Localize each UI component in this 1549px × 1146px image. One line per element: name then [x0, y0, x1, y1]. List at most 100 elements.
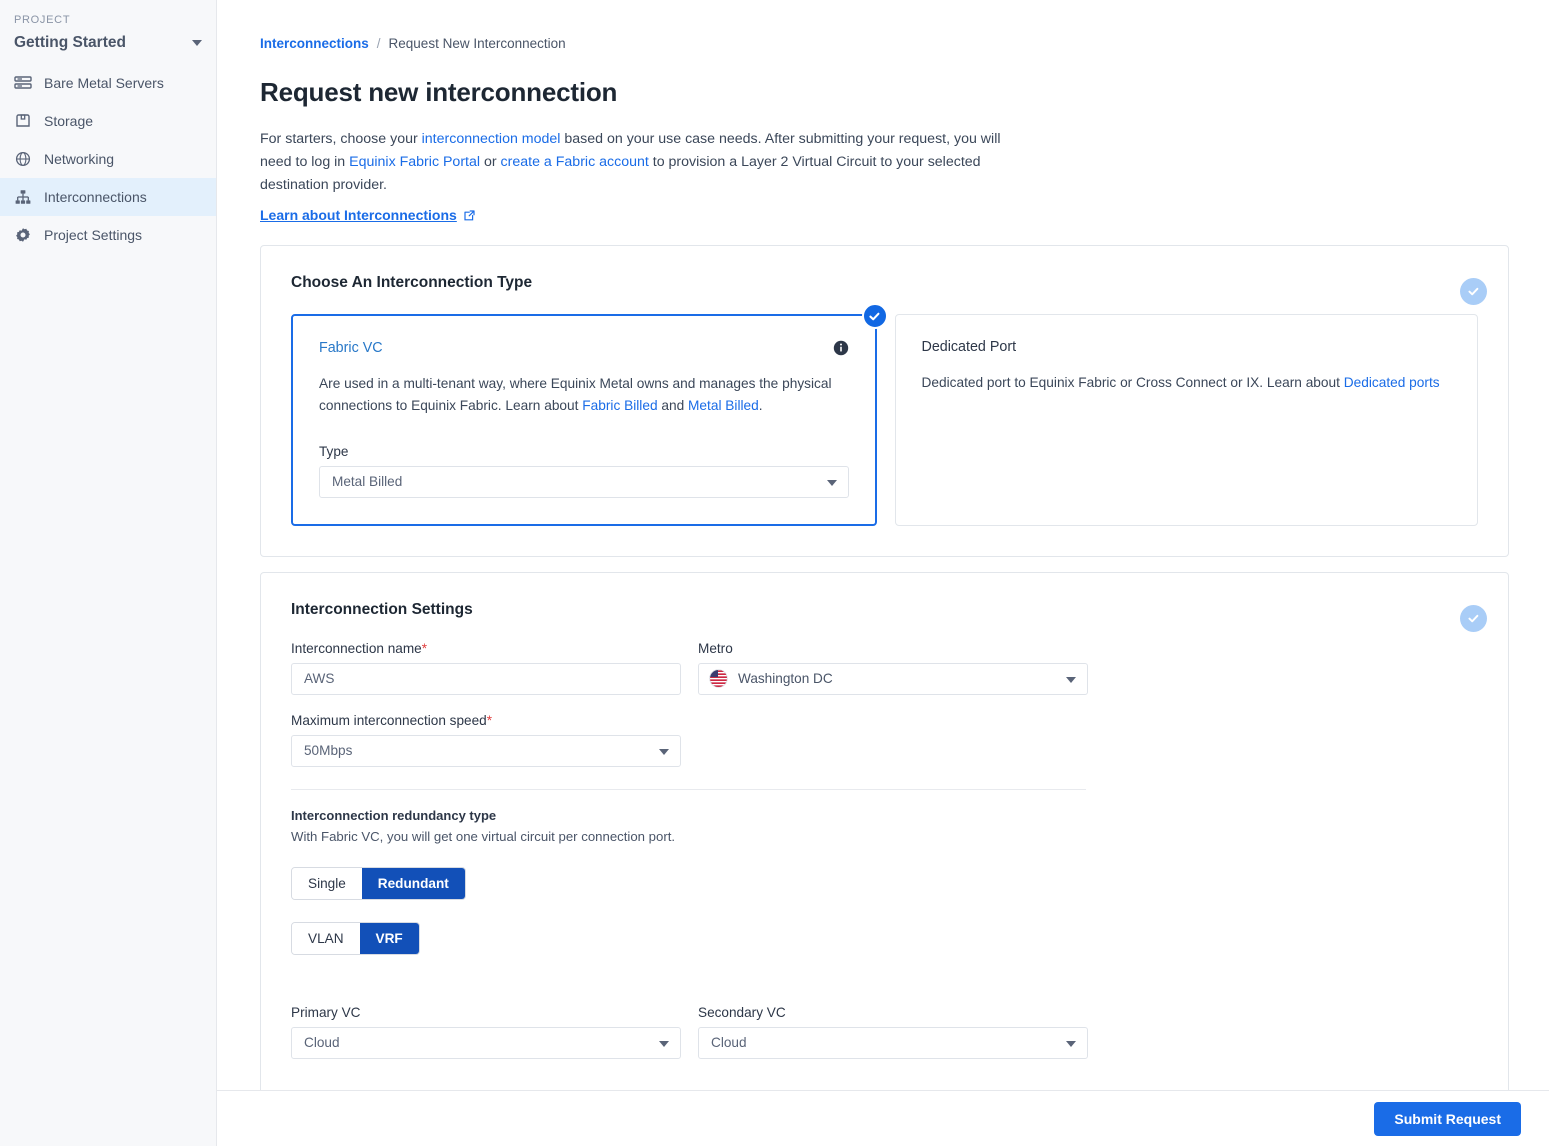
type-card-list: Fabric VC Are used in a multi-tenant way… [291, 303, 1478, 526]
settings-panel-check-badge [1460, 604, 1487, 632]
content-wrapper: Interconnections / Request New Interconnec… [217, 0, 1549, 1146]
chevron-down-icon [659, 748, 669, 755]
fabric-vc-type-field: Type Metal Billed [319, 444, 849, 498]
required-marker: * [421, 640, 428, 656]
info-icon[interactable] [833, 340, 849, 356]
dedicated-port-title: Dedicated Port [921, 339, 1017, 355]
metro-label: Metro [698, 640, 733, 656]
mode-option-vlan[interactable]: VLAN [292, 922, 360, 954]
redundancy-type-note: With Fabric VC, you will get one virtual… [291, 828, 676, 844]
settings-panel-inner: Interconnection Settings Interconnection… [261, 573, 1508, 1146]
type-field-label: Type [319, 443, 349, 459]
intro-text-3: or [480, 154, 501, 170]
redundancy-option-redundant[interactable]: Redundant [361, 867, 465, 899]
interconnection-name-input[interactable]: AWS [291, 662, 681, 695]
metro-value: Washington DC [738, 671, 833, 687]
main-content: Interconnections / Request New Interconnec… [217, 0, 1549, 1146]
mode-toggle-row: VLAN VRF [291, 921, 1478, 977]
learn-link-label: Learn about Interconnections [260, 207, 457, 223]
fabric-billed-link[interactable]: Fabric Billed [582, 398, 657, 413]
page-title: Request new interconnection [260, 77, 618, 107]
type-panel-inner: Choose An Interconnection Type Fabric VC [261, 246, 1508, 556]
interconnection-name-label: Interconnection name* [291, 641, 681, 656]
interconnection-name-value: AWS [304, 671, 335, 687]
dedicated-port-description: Dedicated port to Equinix Fabric or Cros… [922, 372, 1452, 394]
type-card-fabric-vc[interactable]: Fabric VC Are used in a multi-tenant way… [291, 303, 888, 526]
fabric-vc-desc-text-3: . [758, 398, 763, 414]
intro-text-1: For starters, choose your [260, 131, 422, 147]
type-card-dedicated-port[interactable]: Dedicated Port Dedicated port to Equinix… [894, 314, 1478, 526]
sidebar-item-project-settings[interactable]: Project Settings [0, 216, 216, 254]
type-panel-check-badge [1460, 278, 1487, 305]
mode-toggle-group: VLAN VRF [291, 921, 420, 955]
project-switcher[interactable]: Getting Started [0, 26, 216, 64]
sidebar-item-label: Project Settings [44, 227, 143, 243]
interconnection-name-label-text: Interconnection name [291, 640, 422, 656]
primary-vc-value: Cloud [304, 1035, 340, 1051]
secondary-vc-group: Secondary VC Cloud [698, 1005, 1088, 1059]
sidebar-item-interconnections[interactable]: Interconnections [0, 178, 216, 216]
interconnection-settings-panel: Interconnection Settings Interconnection… [260, 571, 1509, 1146]
vc-row: Primary VC Cloud Secondary VC Cloud [291, 1005, 1478, 1059]
fabric-vc-description: Are used in a multi-tenant way, where Eq… [319, 373, 849, 418]
server-icon [14, 74, 32, 92]
footer-bar: Submit Request [217, 1090, 1549, 1146]
chevron-down-icon [1066, 676, 1076, 683]
sidebar: PROJECT Getting Started Bare Metal Serve… [0, 0, 217, 1146]
breadcrumb: Interconnections / Request New Interconnec… [260, 36, 1509, 51]
dedicated-port-card-head: Dedicated Port [922, 339, 1452, 355]
interconnection-name-group: Interconnection name* AWS [291, 641, 681, 695]
max-speed-group: Maximum interconnection speed* 50Mbps [291, 713, 681, 767]
secondary-vc-select[interactable]: Cloud [698, 1026, 1088, 1059]
sidebar-item-label: Interconnections [44, 189, 147, 205]
storage-icon [14, 112, 32, 130]
primary-vc-select[interactable]: Cloud [291, 1026, 681, 1059]
metal-billed-link[interactable]: Metal Billed [688, 398, 759, 413]
sidebar-item-label: Networking [44, 151, 115, 167]
sidebar-item-label: Bare Metal Servers [44, 75, 164, 91]
type-select-value: Metal Billed [332, 474, 403, 490]
fabric-vc-title-link[interactable]: Fabric VC [319, 340, 383, 356]
project-label: PROJECT [14, 14, 71, 26]
primary-vc-label: Primary VC [291, 1004, 361, 1020]
create-fabric-account-link[interactable]: create a Fabric account [501, 154, 649, 170]
network-tree-icon [14, 188, 32, 206]
sidebar-item-networking[interactable]: Networking [0, 140, 216, 178]
primary-vc-group: Primary VC Cloud [291, 1005, 681, 1059]
secondary-vc-value: Cloud [711, 1035, 747, 1051]
max-speed-select[interactable]: 50Mbps [291, 734, 681, 767]
max-speed-value: 50Mbps [304, 743, 353, 759]
redundancy-type-label: Interconnection redundancy type [291, 807, 497, 823]
us-flag-icon [709, 669, 728, 688]
fabric-vc-selected-check-icon [861, 303, 888, 329]
sidebar-item-label: Storage [44, 113, 94, 129]
chevron-down-icon [1066, 1040, 1076, 1047]
sidebar-item-bare-metal-servers[interactable]: Bare Metal Servers [0, 64, 216, 102]
type-select[interactable]: Metal Billed [319, 465, 849, 498]
fabric-vc-card-head: Fabric VC [319, 340, 849, 356]
speed-row: Maximum interconnection speed* 50Mbps [291, 713, 1478, 767]
chevron-down-icon [826, 479, 837, 486]
redundancy-option-single[interactable]: Single [292, 867, 362, 899]
redundancy-toggle-group: Single Redundant [291, 866, 466, 900]
learn-about-interconnections-link[interactable]: Learn about Interconnections [260, 207, 476, 223]
interconnection-model-link[interactable]: interconnection model [422, 131, 561, 147]
metro-group: Metro Washington DC [698, 641, 1088, 695]
dedicated-ports-link[interactable]: Dedicated ports [1344, 375, 1440, 390]
breadcrumb-current: Request New Interconnection [388, 36, 566, 51]
globe-icon [14, 150, 32, 168]
breadcrumb-parent-link[interactable]: Interconnections [260, 36, 369, 51]
mode-option-vrf[interactable]: VRF [359, 922, 419, 954]
required-marker: * [486, 712, 492, 728]
max-speed-label-text: Maximum interconnection speed [291, 712, 487, 728]
name-metro-row: Interconnection name* AWS Metro Washingt… [291, 641, 1478, 695]
submit-request-button[interactable]: Submit Request [1374, 1101, 1521, 1136]
sidebar-item-storage[interactable]: Storage [0, 102, 216, 140]
fabric-vc-desc-text-2: and [657, 398, 689, 414]
breadcrumb-separator: / [376, 36, 381, 51]
secondary-vc-label: Secondary VC [698, 1004, 786, 1020]
equinix-fabric-portal-link[interactable]: Equinix Fabric Portal [349, 154, 480, 170]
metro-select[interactable]: Washington DC [698, 662, 1088, 695]
settings-panel-title: Interconnection Settings [291, 600, 473, 618]
project-name: Getting Started [14, 34, 126, 51]
